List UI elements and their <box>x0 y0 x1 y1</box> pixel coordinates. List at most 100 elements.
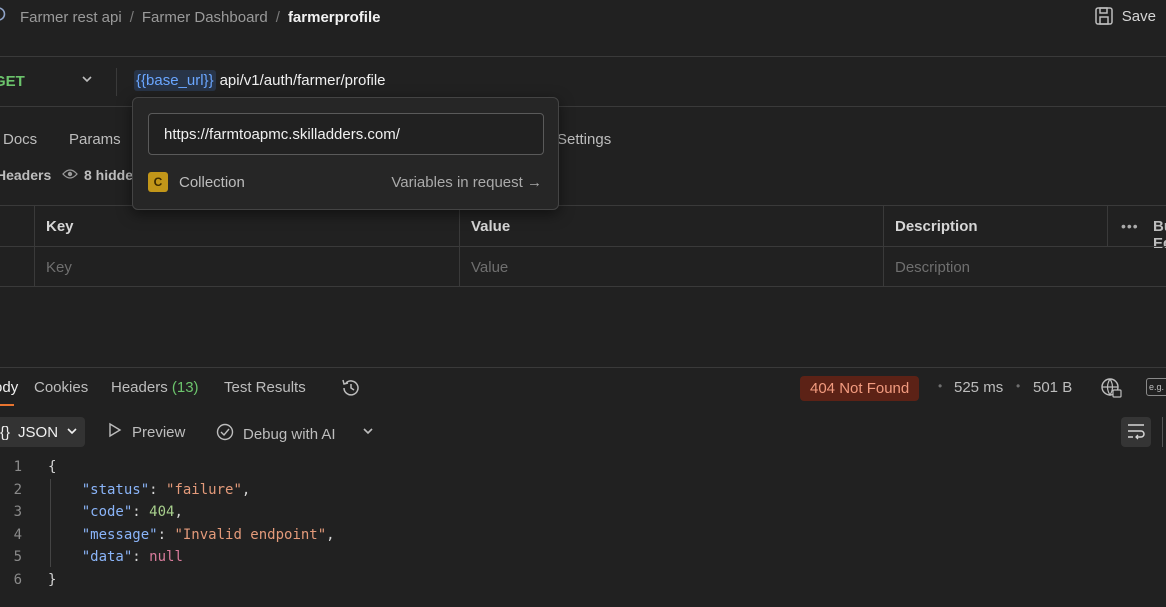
response-tabs-bar: Body Cookies Headers (13) Test Results 4… <box>0 367 1166 407</box>
response-size[interactable]: 501 B <box>1033 379 1072 396</box>
url-input[interactable]: {{base_url}} api/v1/auth/farmer/profile <box>134 70 386 91</box>
code-text: "code": 404, <box>48 501 183 524</box>
code-text: "data": null <box>48 546 183 569</box>
code-line: 5 "data": null <box>0 546 1166 569</box>
column-header-description: Description <box>883 206 1107 246</box>
divider <box>116 68 117 96</box>
debug-icon <box>215 422 235 446</box>
code-token: null <box>149 549 183 566</box>
headers-label: Headers <box>0 167 52 183</box>
globe-icon[interactable] <box>1100 377 1122 402</box>
eye-icon <box>62 167 78 183</box>
save-icon <box>1094 6 1114 26</box>
code-line: 1{ <box>0 456 1166 479</box>
save-button[interactable]: Save <box>1094 6 1156 26</box>
response-body-viewer[interactable]: 1{2 "status": "failure", 3 "code": 404, 4 … <box>0 456 1166 592</box>
headers-table: Key Value Description ••• Bulk Edit Key … <box>0 205 1166 287</box>
debug-label: Debug with AI <box>243 425 336 443</box>
code-text: "status": "failure", <box>48 479 251 502</box>
history-icon[interactable] <box>340 377 362 402</box>
tab-response-headers-label: Headers <box>111 379 168 396</box>
code-token: , <box>174 504 183 521</box>
code-line: 3 "code": 404, <box>0 501 1166 524</box>
code-text: "message": "Invalid endpoint", <box>48 524 335 547</box>
code-token: : <box>157 526 175 543</box>
format-select[interactable]: {} JSON <box>0 417 85 447</box>
breadcrumb-item-collection[interactable]: Farmer rest api <box>20 9 122 26</box>
breadcrumb-current[interactable]: farmerprofile <box>288 9 381 26</box>
code-token: : <box>132 504 150 521</box>
url-path: api/v1/auth/farmer/profile <box>219 72 386 89</box>
tab-response-cookies[interactable]: Cookies <box>34 379 88 396</box>
hidden-headers-toggle[interactable]: 8 hidden <box>62 167 142 183</box>
tab-docs[interactable]: Docs <box>3 131 37 148</box>
key-input[interactable]: Key <box>34 247 459 287</box>
tab-test-results[interactable]: Test Results <box>224 379 306 396</box>
response-time[interactable]: 525 ms <box>954 379 1003 396</box>
line-number: 1 <box>13 459 22 475</box>
tab-response-headers[interactable]: Headers (13) <box>111 379 199 396</box>
tab-response-body[interactable]: Body <box>0 379 18 396</box>
code-token: { <box>48 459 57 475</box>
top-bar: Farmer rest api / Farmer Dashboard / far… <box>0 0 1166 36</box>
more-options-button[interactable]: ••• <box>1121 218 1139 234</box>
code-text: } <box>48 569 56 592</box>
headers-count: (13) <box>171 379 199 396</box>
url-bar: GET {{base_url}} api/v1/auth/farmer/prof… <box>0 64 1166 100</box>
chevron-down-icon <box>66 424 78 441</box>
url-variable[interactable]: {{base_url}} <box>134 70 216 91</box>
preview-button[interactable]: Preview <box>108 422 185 442</box>
breadcrumb-separator: / <box>275 9 280 26</box>
variable-scope-label: Collection <box>179 173 245 191</box>
column-header-value: Value <box>459 206 883 246</box>
save-label: Save <box>1121 7 1156 25</box>
collection-badge-icon: C <box>148 172 168 192</box>
code-token: "message" <box>81 526 158 543</box>
play-icon <box>108 422 122 442</box>
code-token: 404 <box>149 504 175 521</box>
save-example-icon[interactable]: e.g. <box>1146 378 1166 396</box>
variable-popover: C Collection Variables in request → <box>132 97 559 210</box>
code-token: , <box>326 526 335 543</box>
variable-scope: C Collection <box>148 172 245 192</box>
preview-label: Preview <box>132 423 186 441</box>
code-token: , <box>241 481 251 498</box>
variables-in-request-link[interactable]: Variables in request → <box>391 174 542 191</box>
table-header-row: Key Value Description ••• Bulk Edit <box>0 205 1166 252</box>
status-badge[interactable]: 404 Not Found <box>800 376 920 401</box>
code-token: "data" <box>81 549 133 566</box>
breadcrumb-item-folder[interactable]: Farmer Dashboard <box>142 9 268 26</box>
toolbar-edge <box>1162 417 1166 447</box>
format-label: JSON <box>18 423 59 441</box>
code-token: "status" <box>81 481 150 498</box>
chevron-down-icon[interactable] <box>80 72 94 89</box>
value-input[interactable]: Value <box>459 247 883 287</box>
description-input[interactable]: Description <box>883 247 1166 287</box>
wrap-lines-button[interactable] <box>1121 417 1151 447</box>
divider <box>0 56 1166 57</box>
code-line: 2 "status": "failure", <box>0 479 1166 502</box>
line-number: 3 <box>13 504 22 521</box>
method-select[interactable]: GET <box>0 73 25 90</box>
code-token: : <box>132 549 150 566</box>
table-row: Key Value Description <box>0 246 1166 287</box>
debug-with-ai-button[interactable]: Debug with AI <box>215 422 336 446</box>
variable-value-input[interactable] <box>148 113 544 155</box>
separator-dot: • <box>1016 379 1021 393</box>
separator-dot: • <box>938 379 943 393</box>
code-token: } <box>48 571 57 588</box>
line-number: 5 <box>13 549 22 566</box>
active-tab-indicator <box>0 404 14 406</box>
breadcrumb-separator: / <box>129 9 134 26</box>
code-token: "code" <box>81 504 133 521</box>
code-token: : <box>149 481 167 498</box>
chevron-down-icon[interactable] <box>361 424 375 441</box>
tab-params[interactable]: Params <box>69 131 121 148</box>
wrap-icon <box>1126 422 1146 443</box>
line-number: 6 <box>13 571 22 588</box>
line-number: 4 <box>13 526 22 543</box>
tab-settings[interactable]: Settings <box>557 131 611 148</box>
column-header-key: Key <box>34 206 459 246</box>
